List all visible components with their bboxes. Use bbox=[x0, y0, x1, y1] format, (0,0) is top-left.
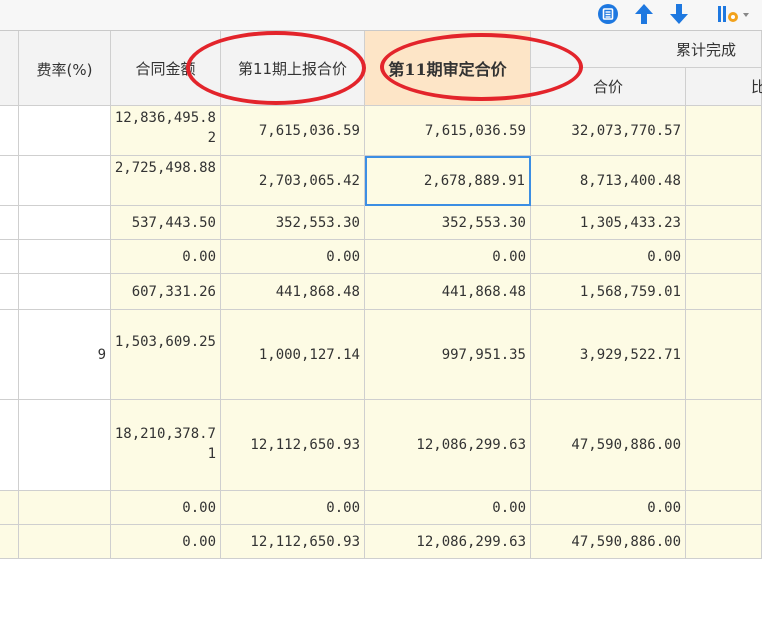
cell-reported[interactable]: 2,703,065.42 bbox=[221, 156, 365, 206]
cell-reported[interactable]: 352,553.30 bbox=[221, 206, 365, 240]
table-row[interactable]: 2,725,498.88 2,703,065.42 2,678,889.91 8,71… bbox=[0, 156, 762, 206]
cell-empty[interactable] bbox=[0, 274, 19, 310]
cell-reported[interactable]: 12,112,650.93 bbox=[221, 400, 365, 491]
table-row[interactable]: 9 1,503,609.25 1,000,127.14 997,951.35 3,929… bbox=[0, 310, 762, 400]
cell-cumulative[interactable]: 1,305,433.23 bbox=[531, 206, 686, 240]
cell-empty[interactable] bbox=[686, 106, 762, 156]
header-reported-price[interactable]: 第11期上报合价 bbox=[221, 31, 365, 106]
cell-empty[interactable] bbox=[0, 240, 19, 274]
cell-cumulative[interactable]: 3,929,522.71 bbox=[531, 310, 686, 400]
header-cumulative-ratio-label: 比 bbox=[751, 78, 762, 96]
cell-empty[interactable] bbox=[0, 310, 19, 400]
header-cumulative-ratio[interactable]: 比 bbox=[686, 68, 762, 106]
header-rate[interactable]: 费率(%) bbox=[19, 31, 111, 106]
table-row[interactable]: 0.00 12,112,650.93 12,086,299.63 47,590,886… bbox=[0, 525, 762, 559]
cell-contract[interactable]: 12,836,495.82 bbox=[111, 106, 221, 156]
cell-rate[interactable] bbox=[19, 106, 111, 156]
cell-empty[interactable] bbox=[686, 491, 762, 525]
arrow-up-icon[interactable] bbox=[632, 3, 656, 25]
header-cumulative-price-label: 合价 bbox=[592, 78, 623, 96]
cell-empty[interactable] bbox=[0, 491, 19, 525]
header-approved-price-label: 第11期审定合价 bbox=[388, 60, 507, 79]
cell-rate[interactable] bbox=[19, 206, 111, 240]
cell-empty[interactable] bbox=[686, 156, 762, 206]
cell-contract[interactable]: 537,443.50 bbox=[111, 206, 221, 240]
cell-approved[interactable]: 997,951.35 bbox=[365, 310, 531, 400]
cell-cumulative[interactable]: 47,590,886.00 bbox=[531, 525, 686, 559]
settings-icon[interactable] bbox=[714, 3, 754, 25]
table-row[interactable]: 0.00 0.00 0.00 0.00 bbox=[0, 491, 762, 525]
cell-empty[interactable] bbox=[686, 400, 762, 491]
header-approved-price[interactable]: 第11期审定合价 bbox=[365, 31, 531, 106]
cell-approved[interactable]: 441,868.48 bbox=[365, 274, 531, 310]
header-rate-label: 费率(%) bbox=[36, 61, 93, 79]
cell-approved[interactable]: 7,615,036.59 bbox=[365, 106, 531, 156]
cell-cumulative[interactable]: 47,590,886.00 bbox=[531, 400, 686, 491]
cell-cumulative[interactable]: 8,713,400.48 bbox=[531, 156, 686, 206]
cell-approved[interactable]: 2,678,889.91 bbox=[365, 156, 531, 206]
cell-contract[interactable]: 607,331.26 bbox=[111, 274, 221, 310]
cell-empty[interactable] bbox=[686, 525, 762, 559]
table-row[interactable]: 607,331.26 441,868.48 441,868.48 1,568,759.… bbox=[0, 274, 762, 310]
table-row[interactable]: 18,210,378.71 12,112,650.93 12,086,299.63 4… bbox=[0, 400, 762, 491]
cell-cumulative[interactable]: 0.00 bbox=[531, 491, 686, 525]
cell-empty[interactable] bbox=[0, 525, 19, 559]
list-icon[interactable] bbox=[596, 3, 620, 25]
cell-empty[interactable] bbox=[686, 310, 762, 400]
cell-reported[interactable]: 7,615,036.59 bbox=[221, 106, 365, 156]
cell-contract[interactable]: 1,503,609.25 bbox=[111, 310, 221, 400]
header-cumulative-price[interactable]: 合价 bbox=[531, 68, 686, 106]
cell-empty[interactable] bbox=[0, 106, 19, 156]
grid-toolbar bbox=[0, 0, 762, 30]
cell-reported[interactable]: 441,868.48 bbox=[221, 274, 365, 310]
header-contract-amount-label: 合同金额 bbox=[135, 59, 196, 78]
cell-empty[interactable] bbox=[686, 240, 762, 274]
header-contract-amount[interactable]: 合同金额 bbox=[111, 31, 221, 106]
header-cumulative-group-label: 累计完成 bbox=[675, 40, 736, 59]
cell-reported[interactable]: 1,000,127.14 bbox=[221, 310, 365, 400]
arrow-down-icon[interactable] bbox=[667, 3, 691, 25]
cell-contract[interactable]: 18,210,378.71 bbox=[111, 400, 221, 491]
cell-approved[interactable]: 0.00 bbox=[365, 491, 531, 525]
cell-contract[interactable]: 0.00 bbox=[111, 240, 221, 274]
cell-empty[interactable] bbox=[0, 156, 19, 206]
cell-contract[interactable]: 2,725,498.88 bbox=[111, 156, 221, 206]
cell-reported[interactable]: 0.00 bbox=[221, 491, 365, 525]
cell-rate[interactable] bbox=[19, 491, 111, 525]
cell-contract[interactable]: 0.00 bbox=[111, 491, 221, 525]
cell-empty[interactable] bbox=[0, 400, 19, 491]
table-row[interactable]: 537,443.50 352,553.30 352,553.30 1,305,433.… bbox=[0, 206, 762, 240]
cell-cumulative[interactable]: 1,568,759.01 bbox=[531, 274, 686, 310]
cell-rate[interactable] bbox=[19, 274, 111, 310]
cell-reported[interactable]: 12,112,650.93 bbox=[221, 525, 365, 559]
cell-approved[interactable]: 0.00 bbox=[365, 240, 531, 274]
cell-rate[interactable] bbox=[19, 525, 111, 559]
cell-empty[interactable] bbox=[686, 274, 762, 310]
cell-rate[interactable]: 9 bbox=[19, 310, 111, 400]
cell-empty[interactable] bbox=[0, 206, 19, 240]
cell-rate[interactable] bbox=[19, 240, 111, 274]
table-row[interactable]: 0.00 0.00 0.00 0.00 bbox=[0, 240, 762, 274]
cell-approved[interactable]: 12,086,299.63 bbox=[365, 400, 531, 491]
cell-cumulative[interactable]: 0.00 bbox=[531, 240, 686, 274]
cell-approved[interactable]: 352,553.30 bbox=[365, 206, 531, 240]
cell-empty[interactable] bbox=[686, 206, 762, 240]
cell-contract[interactable]: 0.00 bbox=[111, 525, 221, 559]
cell-approved[interactable]: 12,086,299.63 bbox=[365, 525, 531, 559]
data-grid: 费率(%) 合同金额 第11期上报合价 第11期审定合价 累计完成 合价 比 1… bbox=[0, 30, 762, 561]
table-row[interactable]: 12,836,495.82 7,615,036.59 7,615,036.59 32,… bbox=[0, 106, 762, 156]
header-cumulative-group: 累计完成 bbox=[531, 31, 762, 68]
cell-cumulative[interactable]: 32,073,770.57 bbox=[531, 106, 686, 156]
cell-reported[interactable]: 0.00 bbox=[221, 240, 365, 274]
header-leading bbox=[0, 31, 19, 106]
cell-rate[interactable] bbox=[19, 400, 111, 491]
header-reported-price-label: 第11期上报合价 bbox=[237, 59, 348, 78]
cell-rate[interactable] bbox=[19, 156, 111, 206]
